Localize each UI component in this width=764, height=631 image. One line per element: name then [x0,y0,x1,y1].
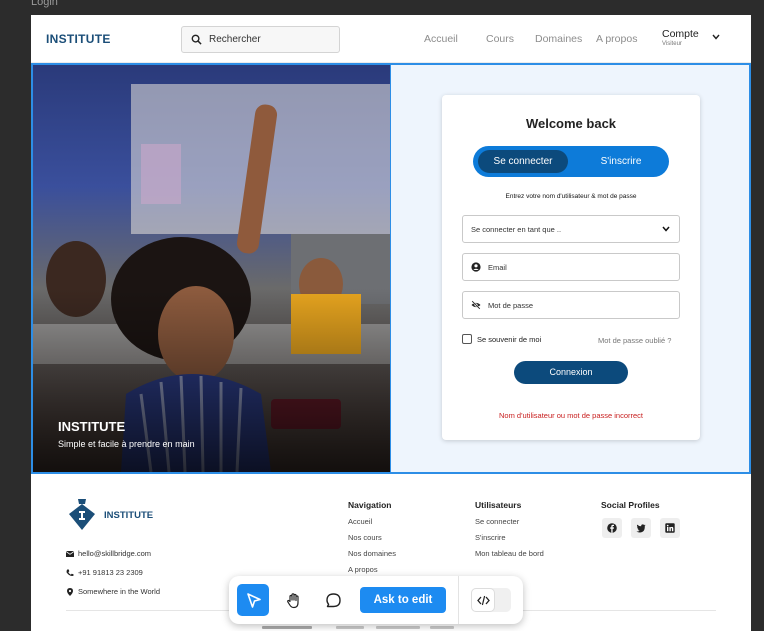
auth-toggle: Se connecter S'inscrire [473,146,669,177]
user-icon [471,262,481,272]
footer-location: Somewhere in the World [66,587,160,596]
hand-tool[interactable] [277,584,309,616]
comment-bubble-icon [325,592,341,607]
footer-nav-title: Navigation [348,500,392,510]
select-tool[interactable] [237,584,269,616]
footer-nav-link[interactable]: A propos [348,565,378,574]
footer-users-link[interactable]: Mon tableau de bord [475,549,544,558]
forgot-password-link[interactable]: Mot de passe oublié ? [598,336,671,345]
footer-location-text: Somewhere in the World [78,587,160,596]
password-placeholder: Mot de passe [488,300,534,310]
phone-icon [66,569,74,576]
site-logo[interactable]: INSTITUTE [46,32,111,46]
nav-domaines[interactable]: Domaines [535,33,582,45]
institute-logo-icon [69,499,95,530]
email-placeholder: Email [488,262,507,272]
comment-tool[interactable] [317,584,349,616]
remember-checkbox[interactable] [462,334,472,344]
tab-signup[interactable]: S'inscrire [577,150,665,173]
hero-subtitle: Simple et facile à prendre en main [58,439,195,449]
chevron-down-icon[interactable] [712,34,720,40]
footer-users-link[interactable]: S'inscrire [475,533,506,542]
login-page-frame: INSTITUTE Rechercher Accueil Cours Domai… [31,15,751,631]
code-icon [476,595,490,605]
footer-bottom-bar [376,626,420,629]
account-role: Visiteur [662,41,682,47]
tab-login[interactable]: Se connecter [478,150,568,173]
linkedin-icon[interactable] [660,518,680,538]
login-title: Welcome back [525,116,617,131]
eye-off-icon[interactable] [471,300,481,310]
twitter-icon[interactable] [631,518,651,538]
hero-image: INSTITUTE Simple et facile à prendre en … [31,64,391,472]
login-button[interactable]: Connexion [514,361,628,384]
login-instructions: Entrez votre nom d'utilisateur & mot de … [505,193,637,200]
footer-bottom-bar [262,626,312,629]
nav-accueil[interactable]: Accueil [424,33,458,45]
footer-phone-text: +91 91813 23 2309 [78,568,143,577]
footer-email-text: hello@skillbridge.com [78,549,152,558]
cursor-arrow-icon [246,592,261,608]
code-button[interactable] [471,588,495,612]
remember-label: Se souvenir de moi [477,334,542,344]
role-select-value: Se connecter en tant que .. [471,224,562,234]
chevron-down-icon [662,226,670,232]
error-message: Nom d'utilisateur ou mot de passe incorr… [499,411,643,420]
search-placeholder: Rechercher [209,34,261,45]
email-field[interactable]: Email [462,253,680,281]
footer-social-title: Social Profiles [601,500,660,510]
footer-nav-link[interactable]: Nos domaines [348,549,396,558]
search-input[interactable]: Rechercher [181,26,340,53]
footer-bottom-bar [336,626,364,629]
remember-me[interactable]: Se souvenir de moi [462,334,541,344]
password-field[interactable]: Mot de passe [462,291,680,319]
location-pin-icon [67,587,73,596]
footer-email[interactable]: hello@skillbridge.com [66,549,151,558]
nav-cours[interactable]: Cours [486,33,514,45]
footer-logo: INSTITUTE [104,510,154,521]
editor-toolbar: Ask to edit [229,576,523,624]
account-name: Compte [662,28,699,40]
code-view-toggle[interactable] [471,588,511,612]
facebook-icon[interactable] [602,518,622,538]
hero-title: INSTITUTE [58,419,126,434]
nav-a-propos[interactable]: A propos [596,33,637,45]
site-header: INSTITUTE Rechercher Accueil Cours Domai… [31,15,751,63]
footer-nav-link[interactable]: Accueil [348,517,372,526]
footer-users-link[interactable]: Se connecter [475,517,519,526]
mail-icon [66,550,74,557]
selection-divider [390,63,391,474]
footer-users-title: Utilisateurs [475,500,522,510]
search-icon [191,34,202,45]
frame-label: Login [31,0,58,8]
footer-bottom-bar [430,626,454,629]
toolbar-separator [458,576,459,624]
login-card: Welcome back Se connecter S'inscrire Ent… [442,95,700,440]
ask-to-edit-button[interactable]: Ask to edit [360,587,446,613]
footer-nav-link[interactable]: Nos cours [348,533,382,542]
account-menu[interactable]: Compte Visiteur [662,28,699,47]
role-select[interactable]: Se connecter en tant que .. [462,215,680,243]
hand-icon [286,592,299,608]
footer-phone[interactable]: +91 91813 23 2309 [66,568,143,577]
